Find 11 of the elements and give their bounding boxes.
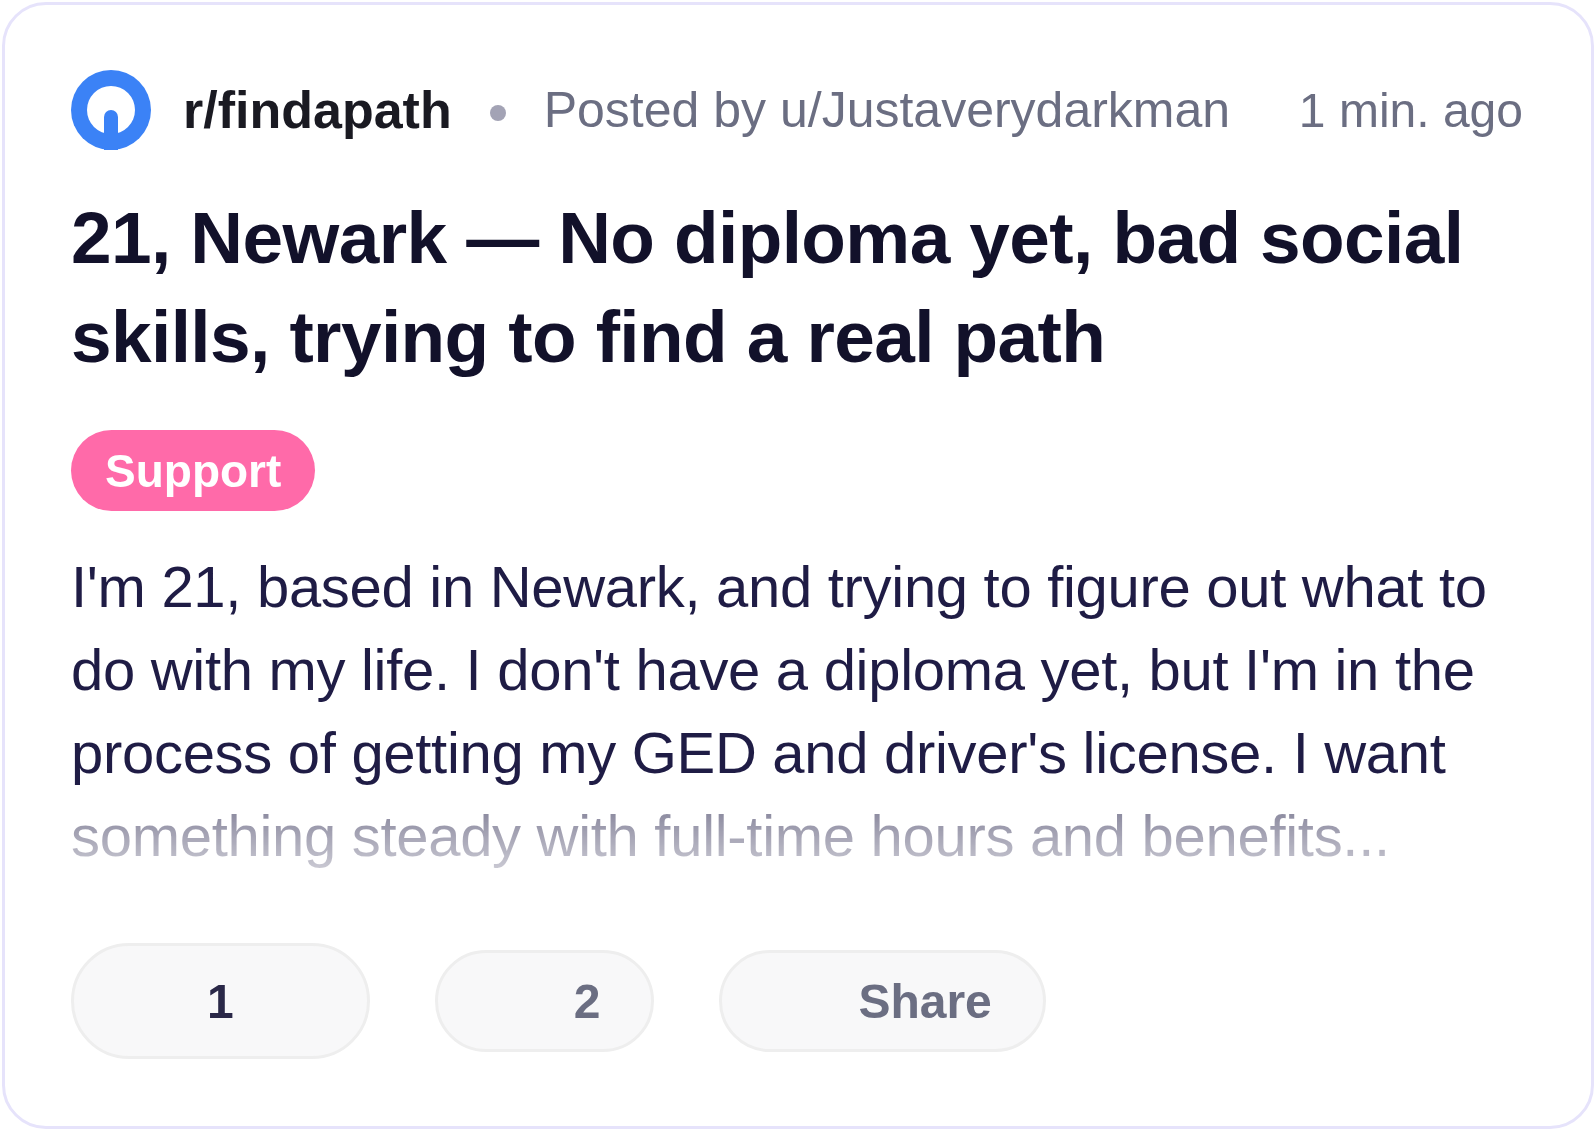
posted-by-text: Posted by u/Justaverydarkman — [543, 81, 1231, 139]
vote-button[interactable]: 2 — [434, 950, 655, 1052]
subreddit-name[interactable]: r/findapath — [183, 80, 452, 140]
separator-dot-icon — [489, 105, 506, 121]
post-time: 1 min. ago — [1298, 82, 1523, 138]
community-logo-icon — [71, 70, 151, 150]
vote-button[interactable]: 1 — [71, 943, 370, 1059]
post-title: 21, Newark — No diploma yet, bad social skills, trying to find a real path — [71, 196, 1465, 379]
flair-tag: Support — [71, 430, 316, 511]
share-button[interactable]: Share — [719, 950, 1046, 1052]
post-body: I'm 21, based in Newark, and trying to figure out what to do with my life. I don't have a diploma yet, but I'm in the process of getting my GED and driver's license. I want something steady with full-time hours and benefits... — [71, 553, 1488, 870]
